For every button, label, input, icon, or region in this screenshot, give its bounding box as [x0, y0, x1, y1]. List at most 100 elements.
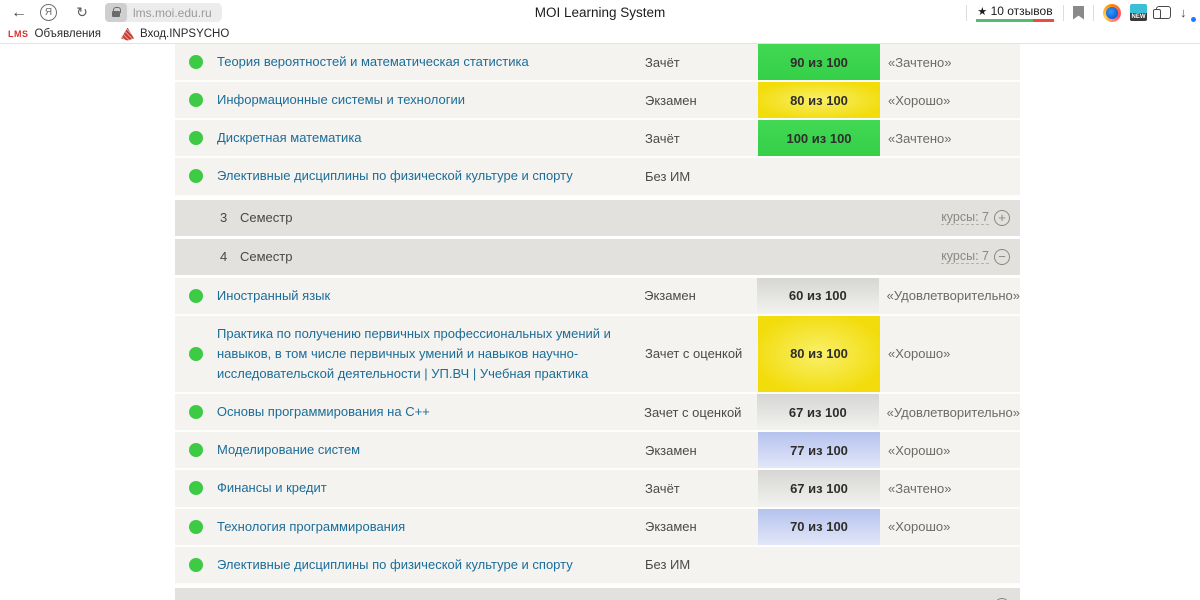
status-dot-icon: [189, 131, 203, 145]
course-link[interactable]: Технология программирования: [217, 519, 405, 534]
status-dot-icon: [189, 169, 203, 183]
reviews-widget[interactable]: ★ 10 отзывов: [976, 4, 1054, 22]
grade-text: «Хорошо»: [880, 346, 1020, 361]
bookmark-label[interactable]: Вход.INPSYCHO: [140, 28, 229, 40]
table-row: Дискретная математика Зачёт 100 из 100 «…: [175, 120, 1020, 158]
course-link[interactable]: Элективные дисциплины по физической куль…: [217, 557, 573, 572]
assessment-type: Без ИМ: [645, 169, 758, 184]
yandex-icon[interactable]: Я: [40, 4, 57, 21]
course-link[interactable]: Практика по получению первичных професси…: [217, 326, 611, 381]
semester-label: Семестр: [240, 249, 292, 264]
status-dot-cell: [175, 278, 217, 314]
table-row: Теория вероятностей и математическая ста…: [175, 44, 1020, 82]
status-dot-icon: [189, 405, 203, 419]
course-link[interactable]: Финансы и кредит: [217, 480, 327, 495]
course-link[interactable]: Иностранный язык: [217, 288, 330, 303]
address-bar[interactable]: lms.moi.edu.ru: [105, 3, 222, 22]
courses-count-link[interactable]: курсы: 7: [941, 210, 989, 225]
table-row: Технология программирования Экзамен 70 и…: [175, 509, 1020, 547]
assessment-type: Без ИМ: [645, 557, 758, 572]
separator: [1063, 5, 1064, 21]
download-icon[interactable]: ↓: [1180, 5, 1194, 20]
lms-favicon: LMS: [8, 29, 29, 39]
status-dot-icon: [189, 55, 203, 69]
grade-text: «Зачтено»: [880, 131, 1020, 146]
status-dot-cell: [175, 394, 217, 430]
status-dot-cell: [175, 470, 217, 506]
semester-courses-toggle[interactable]: курсы: 7 +: [941, 210, 1010, 226]
semester-header-row: 5 Семестр курсы: 8 +: [175, 588, 1020, 600]
url-text[interactable]: lms.moi.edu.ru: [133, 6, 212, 20]
bookmarks-bar: LMS Объявления Вход.INPSYCHO: [0, 25, 1200, 44]
extension-new-icon[interactable]: NEW: [1130, 4, 1147, 21]
reviews-bar: [976, 19, 1054, 22]
score-badge: 77 из 100: [758, 432, 880, 468]
browser-toolbar: ← Я ↻ lms.moi.edu.ru MOI Learning System…: [0, 0, 1200, 25]
semester-number: 4: [220, 249, 240, 264]
grade-text: «Удовлетворительно»: [879, 405, 1020, 420]
browser-chrome: ← Я ↻ lms.moi.edu.ru MOI Learning System…: [0, 0, 1200, 44]
status-dot-cell: [175, 509, 217, 545]
assessment-type: Зачёт: [645, 131, 758, 146]
assessment-type: Зачет с оценкой: [644, 405, 757, 420]
status-dot-icon: [189, 520, 203, 534]
new-badge: NEW: [1130, 13, 1147, 21]
course-link[interactable]: Дискретная математика: [217, 130, 362, 145]
table-row: Моделирование систем Экзамен 77 из 100 «…: [175, 432, 1020, 470]
course-link[interactable]: Теория вероятностей и математическая ста…: [217, 54, 529, 69]
course-link[interactable]: Элективные дисциплины по физической куль…: [217, 168, 573, 183]
assessment-type: Зачёт: [645, 481, 758, 496]
semester-header-row: 3 Семестр курсы: 7 +: [175, 200, 1020, 236]
reviews-count: 10 отзывов: [991, 4, 1053, 18]
extension-color-circle-icon[interactable]: [1103, 4, 1121, 22]
score-badge: 70 из 100: [758, 509, 880, 545]
course-link[interactable]: Моделирование систем: [217, 442, 360, 457]
status-dot-icon: [189, 347, 203, 361]
score-badge: 60 из 100: [757, 278, 879, 314]
table-row: Иностранный язык Экзамен 60 из 100 «Удов…: [175, 278, 1020, 316]
reload-icon[interactable]: ↻: [69, 4, 95, 21]
table-row: Элективные дисциплины по физической куль…: [175, 547, 1020, 585]
bookmark-announcements[interactable]: LMS Объявления: [8, 28, 101, 40]
assessment-type: Зачет с оценкой: [645, 346, 758, 361]
bookmark-login[interactable]: Вход.INPSYCHO: [121, 28, 229, 41]
status-dot-cell: [175, 432, 217, 468]
bookmark-label[interactable]: Объявления: [35, 28, 102, 40]
star-icon: ★: [977, 6, 987, 18]
semester-number: 3: [220, 210, 240, 225]
bookmark-flag-icon[interactable]: [1073, 6, 1084, 20]
semester-label: Семестр: [240, 210, 292, 225]
status-dot-cell: [175, 120, 217, 156]
score-badge: 67 из 100: [757, 394, 879, 430]
status-dot-icon: [189, 93, 203, 107]
score-badge: 67 из 100: [758, 470, 880, 506]
assessment-type: Экзамен: [645, 93, 758, 108]
status-dot-cell: [175, 82, 217, 118]
toggle-icon[interactable]: +: [994, 210, 1010, 226]
grade-text: «Удовлетворительно»: [879, 288, 1020, 303]
assessment-type: Экзамен: [645, 519, 758, 534]
table-row: Финансы и кредит Зачёт 67 из 100 «Зачтен…: [175, 470, 1020, 508]
semester-courses-toggle[interactable]: курсы: 7 −: [941, 249, 1010, 265]
grades-table: Теория вероятностей и математическая ста…: [175, 44, 1020, 600]
grade-text: «Зачтено»: [880, 481, 1020, 496]
page-content: Теория вероятностей и математическая ста…: [0, 44, 1200, 600]
score-badge: 80 из 100: [758, 82, 880, 118]
courses-count-link[interactable]: курсы: 7: [941, 249, 989, 264]
lock-icon: [105, 3, 127, 22]
extension-collections-icon[interactable]: [1156, 6, 1171, 19]
status-dot-icon: [189, 558, 203, 572]
status-dot-cell: [175, 158, 217, 194]
status-dot-cell: [175, 547, 217, 583]
grade-text: «Хорошо»: [880, 93, 1020, 108]
course-link[interactable]: Основы программирования на C++: [217, 404, 430, 419]
back-button[interactable]: ←: [6, 4, 32, 22]
separator: [966, 5, 967, 21]
grade-text: «Хорошо»: [880, 519, 1020, 534]
status-dot-icon: [189, 443, 203, 457]
status-dot-cell: [175, 44, 217, 80]
separator: [1093, 5, 1094, 21]
table-row: Элективные дисциплины по физической куль…: [175, 158, 1020, 196]
course-link[interactable]: Информационные системы и технологии: [217, 92, 465, 107]
toggle-icon[interactable]: −: [994, 249, 1010, 265]
